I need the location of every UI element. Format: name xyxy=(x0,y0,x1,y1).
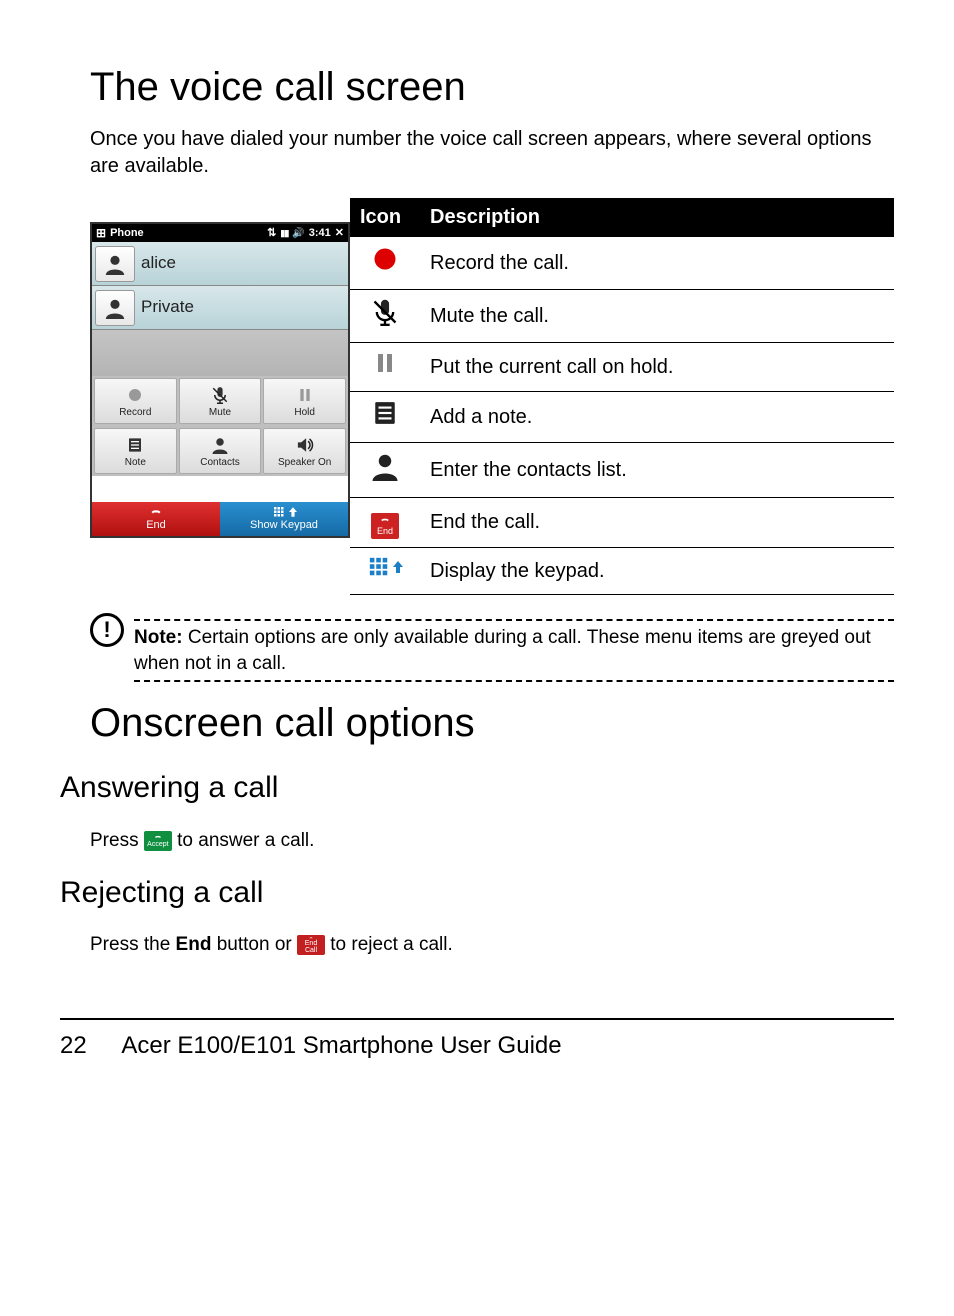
end-call-icon: End xyxy=(350,498,420,548)
volume-icon xyxy=(292,226,304,241)
status-time: 3:41 xyxy=(309,226,331,241)
table-row: Record the call. xyxy=(350,237,894,290)
hold-icon xyxy=(350,343,420,392)
row-desc: Display the keypad. xyxy=(420,548,894,595)
data-icon xyxy=(267,226,276,241)
show-keypad-button[interactable]: Show Keypad xyxy=(220,502,348,536)
speaker-icon xyxy=(296,434,314,456)
mute-label: Mute xyxy=(209,406,231,420)
alert-icon: ! xyxy=(90,613,124,647)
mute-icon xyxy=(350,290,420,343)
footer-title: Acer E100/E101 Smartphone User Guide xyxy=(121,1032,561,1059)
phone-gap xyxy=(92,476,348,502)
th-description: Description xyxy=(420,198,894,237)
accept-icon: Accept xyxy=(144,831,172,851)
signal-icon xyxy=(280,226,288,241)
call-entry-1[interactable]: alice xyxy=(92,242,348,286)
table-row: Put the current call on hold. xyxy=(350,343,894,392)
record-label: Record xyxy=(119,406,151,420)
contacts-button[interactable]: Contacts xyxy=(179,428,262,474)
icon-description-table: Icon Description Record the call. Mute t… xyxy=(350,198,894,595)
text-post: to reject a call. xyxy=(330,934,453,955)
mute-button[interactable]: Mute xyxy=(179,378,262,424)
text-mid: button or xyxy=(217,934,297,955)
mute-icon xyxy=(211,384,229,406)
note-label: Note: xyxy=(134,627,183,648)
endcall-icon: End Call xyxy=(297,935,325,955)
text-pre: Press xyxy=(90,830,144,851)
hold-icon xyxy=(297,384,313,406)
th-icon: Icon xyxy=(350,198,420,237)
avatar-icon xyxy=(95,246,135,282)
text-pre: Press the xyxy=(90,934,176,955)
page-footer: 22 Acer E100/E101 Smartphone User Guide xyxy=(60,1018,894,1062)
contacts-label: Contacts xyxy=(200,456,239,470)
note-body: Certain options are only available durin… xyxy=(134,627,871,674)
status-title: Phone xyxy=(110,226,144,241)
note-icon xyxy=(127,434,143,456)
note-icon xyxy=(350,392,420,443)
rejecting-body: Press the End button or End Call to reje… xyxy=(90,932,894,958)
end-badge-label: End xyxy=(377,525,393,537)
hangup-icon xyxy=(146,506,166,518)
subheading-answering: Answering a call xyxy=(60,768,894,809)
phone-statusbar: Phone 3:41 xyxy=(92,224,348,242)
caller-name: alice xyxy=(141,252,176,275)
row-desc: Enter the contacts list. xyxy=(420,443,894,498)
keypad-icon xyxy=(271,506,297,518)
answering-body: Press Accept to answer a call. xyxy=(90,828,894,854)
speaker-button[interactable]: Speaker On xyxy=(263,428,346,474)
table-row: Display the keypad. xyxy=(350,548,894,595)
dashed-rule-bottom xyxy=(134,680,894,682)
speaker-label: Speaker On xyxy=(278,456,331,470)
endcall-badge-label: End Call xyxy=(299,940,323,954)
windows-icon xyxy=(96,225,106,242)
dashed-rule-top xyxy=(134,619,894,621)
record-button[interactable]: Record xyxy=(94,378,177,424)
table-row: End End the call. xyxy=(350,498,894,548)
row-desc: End the call. xyxy=(420,498,894,548)
text-post: to answer a call. xyxy=(177,830,314,851)
row-desc: Add a note. xyxy=(420,392,894,443)
note-button[interactable]: Note xyxy=(94,428,177,474)
phone-screenshot: Phone 3:41 alice Private xyxy=(90,222,350,538)
call-entry-2[interactable]: Private xyxy=(92,286,348,330)
hold-button[interactable]: Hold xyxy=(263,378,346,424)
end-label: End xyxy=(146,518,166,533)
section-heading: Onscreen call options xyxy=(90,696,894,750)
record-icon xyxy=(126,384,144,406)
caller-name: Private xyxy=(141,296,194,319)
page-number: 22 xyxy=(60,1030,116,1062)
close-icon[interactable] xyxy=(335,226,344,241)
avatar-icon xyxy=(95,290,135,326)
note-block: ! Note: Certain options are only availab… xyxy=(90,619,894,682)
intro-paragraph: Once you have dialed your number the voi… xyxy=(90,126,894,180)
row-desc: Put the current call on hold. xyxy=(420,343,894,392)
end-call-button[interactable]: End xyxy=(92,502,220,536)
accept-badge-label: Accept xyxy=(147,841,168,848)
show-keypad-label: Show Keypad xyxy=(250,518,318,533)
table-row: Mute the call. xyxy=(350,290,894,343)
record-icon xyxy=(350,237,420,290)
table-row: Add a note. xyxy=(350,392,894,443)
row-desc: Record the call. xyxy=(420,237,894,290)
contacts-icon xyxy=(211,434,229,456)
table-row: Enter the contacts list. xyxy=(350,443,894,498)
note-label: Note xyxy=(125,456,146,470)
keypad-icon xyxy=(350,548,420,595)
hold-label: Hold xyxy=(294,406,315,420)
page-heading: The voice call screen xyxy=(90,60,894,114)
row-desc: Mute the call. xyxy=(420,290,894,343)
call-empty-area xyxy=(92,330,348,376)
end-word: End xyxy=(176,934,212,955)
contacts-icon xyxy=(350,443,420,498)
subheading-rejecting: Rejecting a call xyxy=(60,873,894,914)
